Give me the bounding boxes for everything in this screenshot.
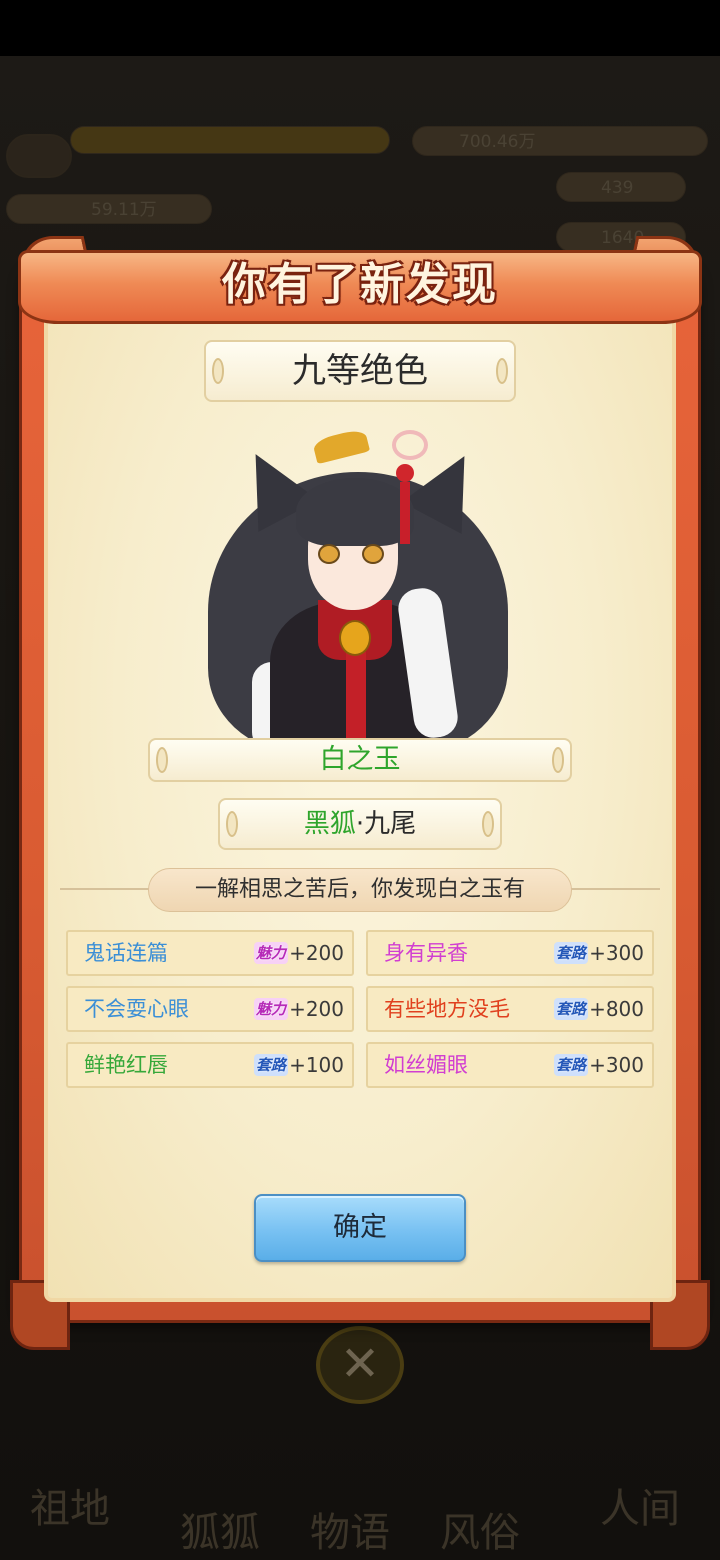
trait-name: 不会耍心眼 — [84, 997, 189, 1021]
close-x-icon[interactable]: ✕ — [316, 1326, 404, 1404]
bottom-nav-label-1: 祖地 — [30, 1486, 110, 1532]
portrait-medal — [339, 620, 371, 656]
power-value: 700.46万 — [459, 132, 536, 152]
player-avatar — [6, 134, 72, 178]
character-portrait — [200, 412, 520, 738]
trick-badge-icon: 套路 — [554, 1054, 589, 1076]
confirm-button[interactable]: 确定 — [254, 1194, 466, 1262]
exp-bar — [70, 126, 390, 154]
trait-card: 如丝媚眼 套路 +300 — [366, 1042, 654, 1088]
portrait-hair-ornament — [311, 427, 371, 465]
species-primary: 黑狐 — [303, 809, 356, 839]
trait-value: +300 — [589, 941, 644, 965]
scroll-cap-right — [552, 747, 564, 773]
trait-value: +200 — [289, 997, 344, 1021]
species-scroll: 黑狐·九尾 — [218, 798, 502, 850]
trait-name: 如丝媚眼 — [384, 1053, 468, 1077]
scroll-cap-left — [156, 747, 168, 773]
resource-stat-1: 439 — [556, 172, 686, 202]
scroll-cap-right — [496, 358, 508, 384]
trait-name: 身有异香 — [384, 941, 468, 965]
bottom-nav-label-4: 风俗 — [440, 1510, 520, 1556]
trick-badge-icon: 套路 — [554, 942, 589, 964]
rank-scroll: 九等绝色 — [204, 340, 516, 402]
trait-card: 身有异香 套路 +300 — [366, 930, 654, 976]
portrait-eye-left — [318, 544, 340, 564]
caption-divider-left — [60, 888, 150, 890]
portrait-tassel — [400, 482, 410, 544]
trait-name: 有些地方没毛 — [384, 997, 510, 1021]
trait-card: 有些地方没毛 套路 +800 — [366, 986, 654, 1032]
trait-card: 鬼话连篇 魅力 +200 — [66, 930, 354, 976]
resource-value-1: 439 — [601, 178, 634, 198]
portrait-flower — [396, 464, 414, 482]
power-stat: 700.46万 — [412, 126, 708, 156]
character-name-scroll: 白之玉 — [148, 738, 572, 782]
trait-name: 鲜艳红唇 — [84, 1053, 168, 1077]
portrait-tie — [346, 652, 366, 738]
bottom-nav-label-2: 狐狐 — [180, 1510, 260, 1556]
trait-card: 鲜艳红唇 套路 +100 — [66, 1042, 354, 1088]
charm-badge-icon: 魅力 — [254, 942, 289, 964]
bottom-nav-label-5: 人间 — [600, 1486, 680, 1532]
trait-card: 不会耍心眼 魅力 +200 — [66, 986, 354, 1032]
rank-label: 九等绝色 — [292, 351, 428, 391]
trait-value: +200 — [289, 941, 344, 965]
trait-value: +100 — [289, 1053, 344, 1077]
trait-name: 鬼话连篇 — [84, 941, 168, 965]
caption-divider-right — [570, 888, 660, 890]
charm-badge-icon: 魅力 — [254, 998, 289, 1020]
discovery-caption: 一解相思之苦后，你发现白之玉有 — [148, 868, 572, 912]
species-secondary: ·九尾 — [355, 809, 417, 839]
trait-value: +800 — [589, 997, 644, 1021]
scroll-cap-right — [482, 811, 494, 837]
trick-badge-icon: 套路 — [254, 1054, 289, 1076]
portrait-ribbon — [392, 430, 428, 460]
charm-stat: 59.11万 — [6, 194, 212, 224]
portrait-eye-right — [362, 544, 384, 564]
bottom-nav-label-3: 物语 — [310, 1510, 390, 1556]
character-name: 白之玉 — [319, 744, 401, 775]
scroll-cap-left — [212, 358, 224, 384]
modal-title: 你有了新发现 — [222, 259, 498, 310]
trait-value: +300 — [589, 1053, 644, 1077]
charm-value: 59.11万 — [91, 200, 157, 220]
trick-badge-icon: 套路 — [554, 998, 589, 1020]
status-bar — [0, 0, 720, 56]
portrait-bangs — [296, 478, 414, 546]
scroll-cap-left — [226, 811, 238, 837]
